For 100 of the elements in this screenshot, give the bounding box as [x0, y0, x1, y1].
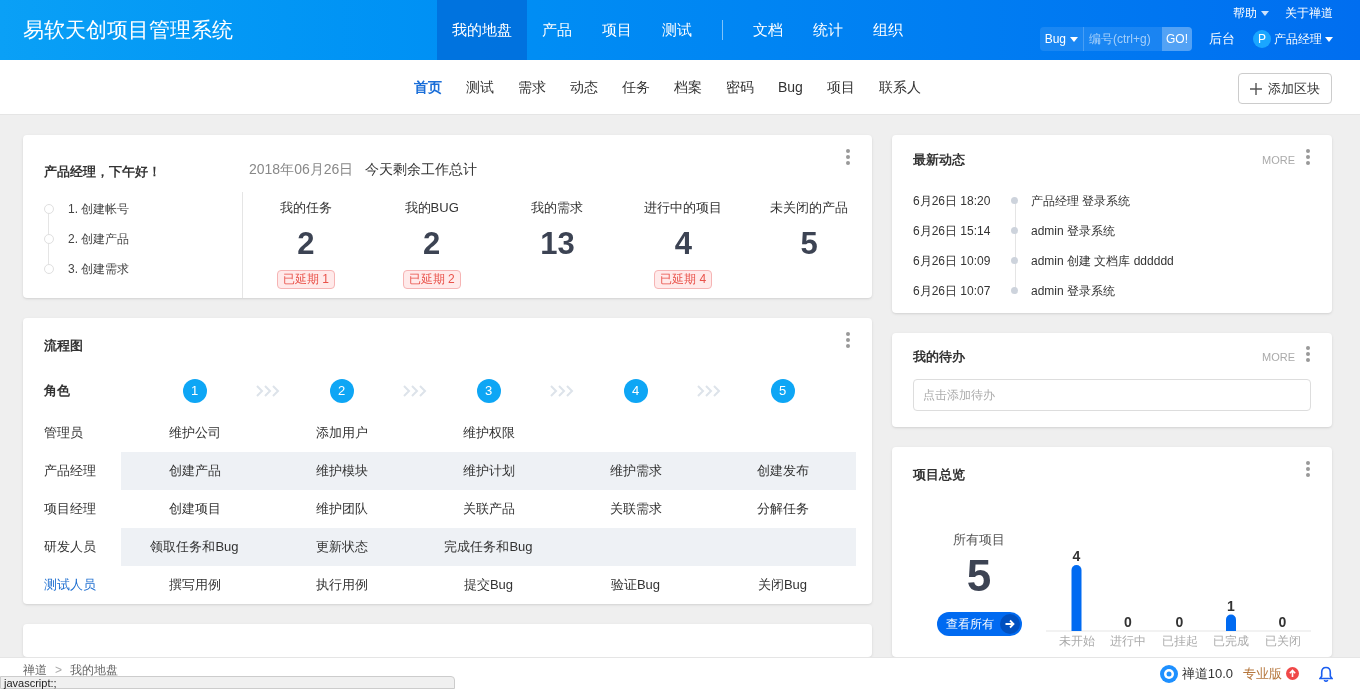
flow-step-link[interactable]: 维护需求: [609, 461, 662, 481]
step-number: 5: [770, 379, 795, 403]
search-box[interactable]: Bug 编号(ctrl+g) GO!: [1039, 27, 1192, 51]
axis-label: 已关闭: [1264, 634, 1301, 649]
admin-link[interactable]: 后台: [1209, 29, 1235, 49]
search-field[interactable]: 编号(ctrl+g): [1084, 27, 1162, 51]
activity-time: 6月26日 15:14: [913, 222, 992, 240]
flow-step-link[interactable]: 维护权限: [462, 423, 515, 443]
step-label: 3. 创建需求: [68, 260, 130, 278]
more-options-icon[interactable]: [846, 332, 850, 348]
bar: [1071, 565, 1082, 632]
logo-icon: [1159, 664, 1178, 683]
flow-step-link[interactable]: 创建发布: [756, 461, 809, 481]
subnav-tab[interactable]: 任务: [622, 76, 650, 98]
subnav-tab[interactable]: 项目: [826, 76, 855, 98]
flow-step-link[interactable]: 关联需求: [609, 499, 662, 519]
more-options-icon[interactable]: [846, 149, 850, 165]
subnav-tab[interactable]: 测试: [466, 76, 494, 98]
arrow-right-icon: [999, 613, 1020, 634]
flow-step-link[interactable]: 维护公司: [168, 423, 221, 443]
about-link[interactable]: 关于禅道: [1285, 4, 1333, 22]
subnav-tab[interactable]: 需求: [518, 76, 546, 98]
stat-label: 我的需求: [531, 199, 584, 217]
nav-tab[interactable]: 组织: [858, 0, 918, 60]
flow-step-link[interactable]: 创建产品: [168, 461, 221, 481]
axis-label: 未开始: [1058, 634, 1095, 649]
flow-step-link[interactable]: 添加用户: [315, 423, 368, 443]
step-number: 2: [329, 379, 354, 403]
step-label: 2. 创建产品: [68, 230, 130, 248]
axis-label: 进行中: [1110, 634, 1146, 649]
flow-step-link[interactable]: 分解任务: [756, 499, 809, 519]
more-options-icon[interactable]: [1306, 461, 1310, 478]
nav-tab[interactable]: 测试: [647, 0, 707, 60]
flow-step-link[interactable]: 维护计划: [462, 461, 515, 481]
stat-label: 我的BUG: [404, 199, 459, 217]
nav-tab[interactable]: 我的地盘: [437, 0, 527, 60]
add-block-button[interactable]: 添加区块: [1238, 73, 1332, 104]
subnav-tab[interactable]: 动态: [570, 76, 598, 98]
value-label: 0: [1278, 614, 1287, 631]
search-type-dropdown[interactable]: Bug: [1039, 27, 1084, 51]
flow-step-link[interactable]: 更新状态: [315, 537, 368, 557]
flow-step-link[interactable]: 创建项目: [168, 499, 221, 519]
role-label: 项目经理: [43, 500, 97, 519]
greeting-text: 产品经理，下午好！: [44, 163, 162, 181]
step-label: 1. 创建帐号: [68, 200, 130, 218]
flow-step-link[interactable]: 执行用例: [315, 575, 368, 595]
version-link[interactable]: 禅道10.0: [1159, 663, 1233, 684]
user-menu[interactable]: P 产品经理: [1253, 30, 1333, 48]
view-all-button[interactable]: 查看所有: [936, 611, 1022, 636]
role-label: 管理员: [43, 424, 84, 443]
card-title: 最新动态: [913, 151, 965, 169]
bar: [1226, 614, 1236, 632]
axis-label: 已完成: [1213, 634, 1249, 649]
step-number: 1: [182, 379, 207, 403]
flow-step-link[interactable]: 关联产品: [462, 499, 515, 519]
chevrons-icon: [402, 384, 428, 398]
flow-step-link[interactable]: 领取任务和Bug: [150, 537, 239, 557]
flow-step-link[interactable]: 撰写用例: [168, 575, 221, 595]
flow-step-link[interactable]: 维护团队: [315, 499, 368, 519]
stat-value: 4: [674, 224, 692, 263]
nav-tab[interactable]: 文档: [738, 0, 798, 60]
activity-text[interactable]: admin 登录系统: [1031, 281, 1116, 300]
stat-value: 5: [800, 224, 818, 263]
activity-time: 6月26日 10:09: [913, 252, 992, 270]
edition-link[interactable]: 专业版: [1243, 663, 1299, 684]
subnav-tab[interactable]: 密码: [726, 76, 754, 98]
activity-text[interactable]: 产品经理 登录系统: [1031, 191, 1131, 210]
todo-input-field[interactable]: 点击添加待办: [913, 378, 1311, 411]
activity-time: 6月26日 18:20: [913, 192, 992, 210]
stat-label: 未关闭的产品: [770, 199, 849, 217]
card-title: 我的待办: [913, 348, 965, 367]
more-options-icon[interactable]: [1306, 346, 1310, 363]
flow-step-link[interactable]: 验证Bug: [610, 575, 661, 595]
activity-text[interactable]: admin 创建 文档库 dddddd: [1031, 251, 1174, 270]
card-title: 项目总览: [913, 467, 965, 483]
subnav-tab[interactable]: Bug: [778, 76, 803, 98]
flow-step-link[interactable]: 完成任务和Bug: [444, 537, 533, 557]
nav-tab[interactable]: 统计: [798, 0, 858, 60]
subnav-tab[interactable]: 首页: [414, 76, 442, 98]
value-label: 0: [1124, 614, 1132, 631]
stat-value: 13: [540, 224, 575, 263]
breadcrumb-link[interactable]: 禅道: [23, 660, 47, 679]
help-menu[interactable]: 帮助: [1233, 4, 1269, 22]
flow-step-link[interactable]: 维护模块: [315, 461, 368, 481]
browser-status-text: javascript:;: [0, 676, 455, 689]
activity-time: 6月26日 10:07: [913, 282, 992, 300]
subnav-tab[interactable]: 联系人: [878, 76, 921, 98]
flow-step-link[interactable]: 提交Bug: [463, 575, 514, 595]
breadcrumb-link[interactable]: 我的地盘: [70, 660, 118, 679]
more-options-icon[interactable]: [1306, 149, 1310, 165]
date-text: 2018年06月26日: [249, 160, 354, 179]
stat-value: 2: [297, 224, 315, 263]
flow-step-link[interactable]: 关闭Bug: [757, 575, 808, 595]
bell-icon[interactable]: [1319, 665, 1333, 682]
overdue-badge: 已延期 2: [402, 269, 461, 289]
summary-title: 今天剩余工作总计: [365, 160, 478, 179]
activity-text[interactable]: admin 登录系统: [1031, 221, 1116, 240]
nav-tab[interactable]: 项目: [587, 0, 647, 60]
caret-icon: [1070, 36, 1078, 42]
subnav-tab[interactable]: 档案: [674, 76, 702, 98]
